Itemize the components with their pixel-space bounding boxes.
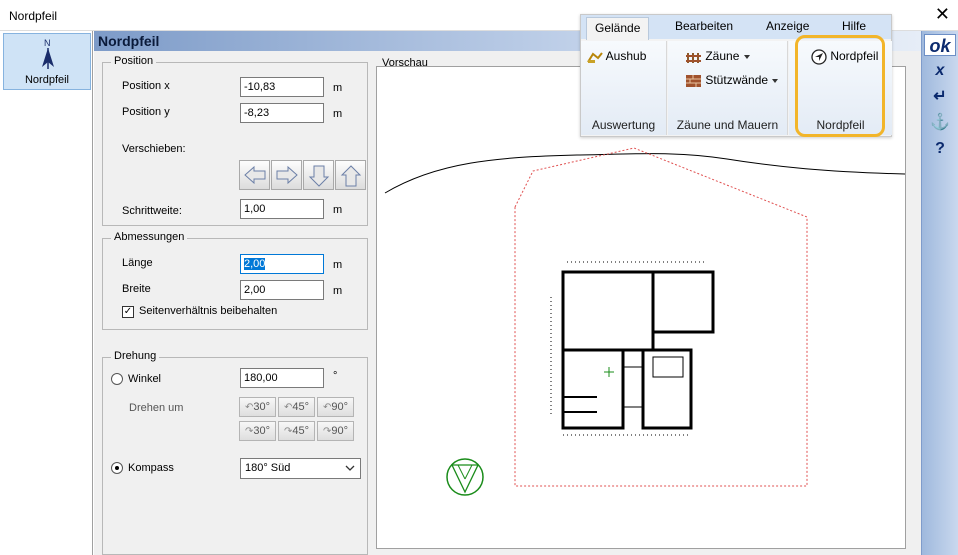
rotate-cw-30-button[interactable]: ↷30° — [239, 421, 276, 441]
compass-label: Kompass — [128, 462, 174, 474]
aushub-label: Aushub — [605, 49, 647, 63]
position-y-input[interactable]: -8,23 — [240, 103, 324, 123]
position-x-input[interactable]: -10,83 — [240, 77, 324, 97]
tab-gelaende[interactable]: Gelände — [586, 17, 650, 40]
page-title: Nordpfeil — [98, 33, 160, 49]
dimensions-group: Abmessungen Länge 2,00 m Breite 2,00 m ✓… — [102, 231, 368, 330]
help-button[interactable]: ? — [924, 138, 956, 160]
length-label: Länge — [122, 257, 153, 269]
arrow-left-icon — [244, 165, 266, 185]
highlight-box — [795, 35, 885, 137]
window-title: Nordpfeil — [9, 9, 58, 23]
arrow-down-icon — [308, 165, 330, 187]
tab-bearbeiten[interactable]: Bearbeiten — [675, 19, 733, 33]
move-label: Verschieben: — [122, 143, 186, 155]
move-down-button[interactable] — [303, 160, 334, 190]
svg-text:N: N — [44, 38, 51, 48]
position-x-label: Position x — [122, 80, 170, 92]
width-unit: m — [333, 285, 343, 297]
left-item-nordpfeil[interactable]: N Nordpfeil — [3, 33, 91, 90]
arrow-up-icon — [340, 165, 362, 187]
ok-button[interactable]: ok — [924, 34, 956, 56]
width-input[interactable]: 2,00 — [240, 280, 324, 300]
length-unit: m — [333, 259, 343, 271]
preview-canvas[interactable] — [376, 66, 906, 549]
rotation-group: Drehung Winkel 180,00 ° Drehen um ↶30° ↶… — [102, 350, 368, 555]
rotate-ccw-45-button[interactable]: ↶45° — [278, 397, 315, 417]
zaeune-label: Zäune — [705, 49, 740, 63]
position-x-unit: m — [333, 82, 343, 94]
step-label: Schrittweite: — [122, 205, 182, 217]
excavator-icon — [587, 52, 603, 63]
wall-icon — [686, 74, 701, 87]
angle-radio[interactable] — [111, 373, 123, 385]
rotate-cw-45-button[interactable]: ↷45° — [278, 421, 315, 441]
north-arrow-preview-icon — [446, 458, 484, 496]
section-auswertung: Aushub Auswertung — [581, 41, 667, 135]
close-icon[interactable]: ✕ — [935, 4, 950, 24]
dropdown-arrow-icon — [772, 78, 779, 83]
move-right-button[interactable] — [271, 160, 302, 190]
arrow-right-icon — [276, 165, 298, 185]
width-label: Breite — [122, 283, 151, 295]
keep-ratio-label: Seitenverhältnis beibehalten — [139, 305, 278, 317]
left-panel: N Nordpfeil — [0, 31, 93, 555]
move-left-button[interactable] — [239, 160, 270, 190]
anchor-button[interactable]: ⚓ — [924, 112, 956, 134]
rotate-ccw-30-button[interactable]: ↶30° — [239, 397, 276, 417]
keep-ratio-checkbox[interactable]: ✓ — [122, 306, 134, 318]
tab-hilfe[interactable]: Hilfe — [842, 19, 866, 33]
rotation-group-label: Drehung — [111, 350, 160, 362]
chevron-down-icon — [345, 465, 355, 471]
tab-anzeige[interactable]: Anzeige — [766, 19, 809, 33]
zaeune-button[interactable]: Zäune — [686, 49, 751, 64]
rotate-ccw-90-button[interactable]: ↶90° — [317, 397, 354, 417]
dropdown-arrow-icon — [743, 54, 750, 59]
compass-radio[interactable] — [111, 462, 123, 474]
north-arrow-icon: N — [42, 38, 54, 69]
angle-label: Winkel — [128, 373, 162, 385]
enter-button[interactable]: ↵ — [924, 86, 956, 108]
right-toolbar: ok x ↵ ⚓ ? — [921, 31, 958, 555]
stuetzwaende-label: Stützwände — [705, 73, 769, 87]
length-value: 2,00 — [244, 258, 266, 270]
rotate-by-label: Drehen um — [129, 402, 184, 414]
site-plan-drawing — [384, 147, 905, 496]
step-input[interactable]: 1,00 — [240, 199, 324, 219]
position-group: Position Position x -10,83 m Position y … — [102, 55, 368, 226]
angle-input[interactable]: 180,00 — [240, 368, 324, 388]
cancel-button[interactable]: x — [924, 60, 956, 82]
rotate-cw-90-button[interactable]: ↷90° — [317, 421, 354, 441]
position-y-unit: m — [333, 108, 343, 120]
compass-select[interactable]: 180° Süd — [240, 458, 361, 479]
step-unit: m — [333, 204, 343, 216]
angle-unit: ° — [333, 370, 338, 382]
auswertung-caption: Auswertung — [591, 118, 656, 132]
length-input[interactable]: 2,00 — [240, 254, 324, 274]
left-item-label: Nordpfeil — [24, 74, 70, 86]
section-zaeune-mauern: Zäune Stützwände Zäune und Mauern — [668, 41, 788, 135]
aushub-button[interactable]: Aushub — [587, 49, 646, 64]
stuetzwaende-button[interactable]: Stützwände — [686, 73, 779, 88]
compass-value: 180° Süd — [245, 462, 291, 474]
floor-plan — [550, 261, 715, 436]
move-up-button[interactable] — [335, 160, 366, 190]
position-y-label: Position y — [122, 106, 170, 118]
zaeune-mauern-caption: Zäune und Mauern — [676, 118, 779, 132]
position-group-label: Position — [111, 55, 157, 67]
fence-icon — [686, 52, 701, 63]
dimensions-group-label: Abmessungen — [111, 231, 188, 243]
